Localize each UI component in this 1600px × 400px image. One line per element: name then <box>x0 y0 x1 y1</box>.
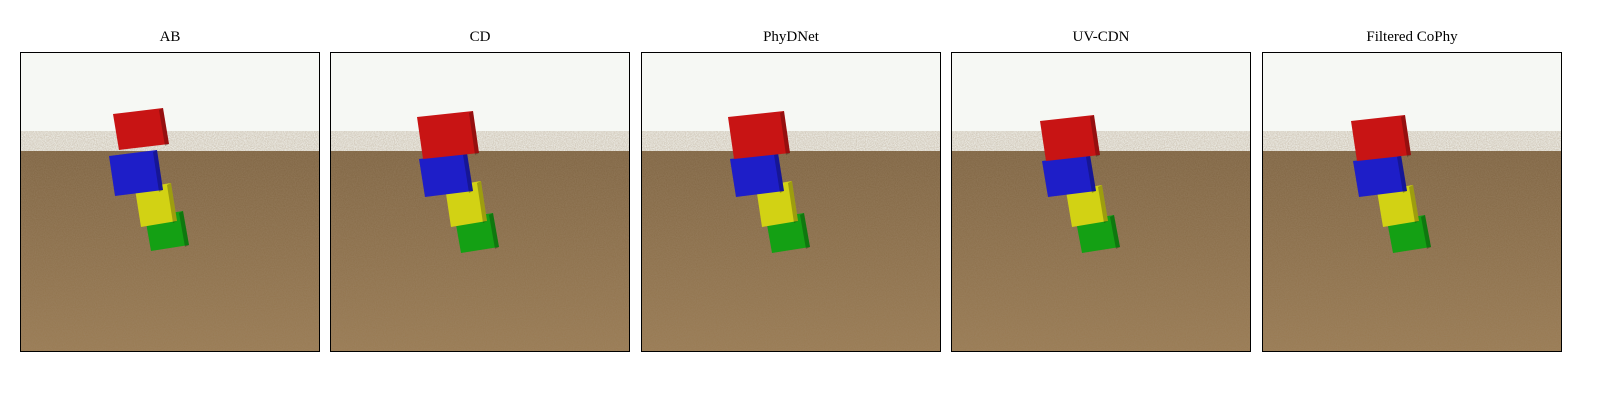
sky-background <box>952 53 1250 151</box>
blue-cube <box>419 153 473 197</box>
panel-filtered-cophy: Filtered CoPhy <box>1262 24 1562 352</box>
ground-texture <box>1263 151 1561 351</box>
ground-texture <box>642 151 940 351</box>
scene-image <box>330 52 630 352</box>
scene-image <box>1262 52 1562 352</box>
ground-texture <box>21 151 319 351</box>
red-cube <box>728 111 790 159</box>
ground-texture <box>952 151 1250 351</box>
panel-uv-cdn: UV-CDN <box>951 24 1251 352</box>
sky-background <box>21 53 319 151</box>
panel-title: UV-CDN <box>1072 29 1130 45</box>
scene-image <box>641 52 941 352</box>
sky-background <box>331 53 629 151</box>
red-cube <box>113 108 169 150</box>
sky-background <box>642 53 940 151</box>
panel-title: Filtered CoPhy <box>1366 29 1458 45</box>
red-cube <box>1040 115 1100 161</box>
blue-cube <box>730 153 784 197</box>
scene-image <box>20 52 320 352</box>
panel-title: CD <box>469 29 491 45</box>
ground-texture <box>331 151 629 351</box>
red-cube <box>1351 115 1411 161</box>
red-cube <box>417 111 479 159</box>
panel-phydnet: PhyDNet <box>641 24 941 352</box>
panel-title: PhyDNet <box>763 29 819 45</box>
panel-cd: CD <box>330 24 630 352</box>
sky-background <box>1263 53 1561 151</box>
scene-image <box>951 52 1251 352</box>
blue-cube <box>1353 155 1407 197</box>
blue-cube <box>109 150 163 196</box>
panel-ab: AB <box>20 24 320 352</box>
panel-title: AB <box>159 29 181 45</box>
blue-cube <box>1042 155 1096 197</box>
